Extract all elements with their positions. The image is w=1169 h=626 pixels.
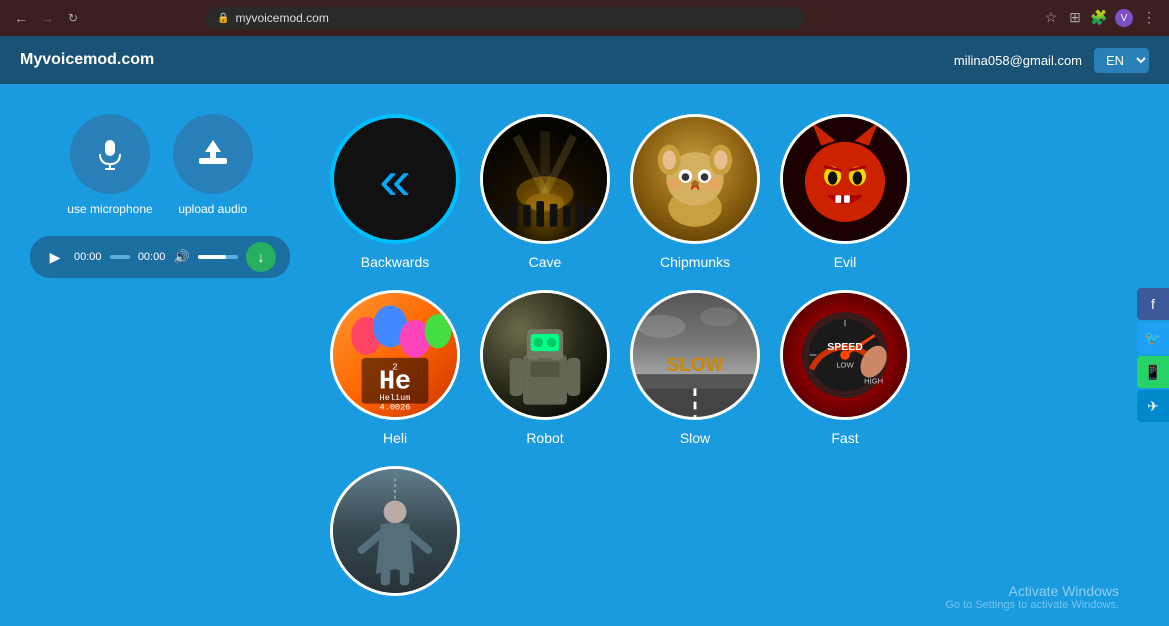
voice-label-robot: Robot (526, 430, 563, 446)
activate-windows-title: Activate Windows (945, 583, 1119, 599)
upload-icon (173, 114, 253, 194)
svg-text:SLOW: SLOW (666, 355, 723, 376)
url-text: myvoicemod.com (235, 11, 328, 25)
svg-text:HIGH: HIGH (864, 377, 883, 386)
extensions-icon[interactable]: ⊞ (1067, 9, 1083, 25)
voice-label-chipmunks: Chipmunks (660, 254, 730, 270)
social-sidebar: f 🐦 📱 ✈ (1137, 288, 1169, 422)
progress-bar[interactable] (110, 255, 130, 259)
voice-circle-evil (780, 114, 910, 244)
current-time: 00:00 (74, 251, 102, 263)
svg-text:Helium: Helium (380, 393, 411, 403)
voice-circle-cave (480, 114, 610, 244)
back-button[interactable]: ← (12, 9, 30, 27)
voices-row-1: « Backwards (330, 114, 1139, 270)
profile-icon[interactable]: V (1115, 9, 1133, 27)
telegram-icon: ✈ (1147, 398, 1159, 415)
svg-text:4.0026: 4.0026 (380, 402, 411, 412)
volume-bar[interactable] (198, 255, 238, 259)
voice-label-heli: Heli (383, 430, 407, 446)
voices-row-2: 2 He Helium 4.0026 Heli (330, 290, 1139, 446)
voice-label-fast: Fast (831, 430, 858, 446)
facebook-button[interactable]: f (1137, 288, 1169, 320)
svg-text:SPEED: SPEED (827, 342, 863, 353)
voice-circle-alien (330, 466, 460, 596)
whatsapp-button[interactable]: 📱 (1137, 356, 1169, 388)
lock-icon: 🔒 (217, 13, 229, 24)
voice-circle-fast: SPEED LOW HIGH (780, 290, 910, 420)
voice-circle-slow: SLOW (630, 290, 760, 420)
voice-item-robot[interactable]: Robot (480, 290, 610, 446)
app-title: Myvoicemod.com (20, 51, 154, 69)
download-button[interactable]: ↓ (246, 242, 276, 272)
whatsapp-icon: 📱 (1144, 364, 1161, 381)
voice-label-backwards: Backwards (361, 254, 429, 270)
browser-chrome: ← → ↻ 🔒 myvoicemod.com ☆ ⊞ 🧩 V ⋮ (0, 0, 1169, 36)
facebook-icon: f (1151, 296, 1155, 312)
voice-item-fast[interactable]: SPEED LOW HIGH Fast (780, 290, 910, 446)
play-button[interactable]: ▶ (44, 246, 66, 268)
mic-label: use microphone (67, 202, 152, 216)
address-bar: 🔒 myvoicemod.com (205, 7, 805, 29)
voice-item-alien[interactable] (330, 466, 460, 606)
language-select[interactable]: EN ES FR DE (1094, 48, 1149, 73)
voice-label-cave: Cave (529, 254, 562, 270)
voice-item-slow[interactable]: SLOW Slow (630, 290, 760, 446)
activate-windows-subtitle: Go to Settings to activate Windows. (945, 599, 1119, 611)
browser-actions: ☆ ⊞ 🧩 V ⋮ (1043, 9, 1157, 27)
voice-circle-backwards: « (330, 114, 460, 244)
twitter-button[interactable]: 🐦 (1137, 322, 1169, 354)
voice-item-heli[interactable]: 2 He Helium 4.0026 Heli (330, 290, 460, 446)
voice-item-evil[interactable]: Evil (780, 114, 910, 270)
use-microphone-button[interactable]: use microphone (67, 114, 152, 216)
voice-circle-robot (480, 290, 610, 420)
app-header: Myvoicemod.com milina058@gmail.com EN ES… (0, 36, 1169, 84)
header-right: milina058@gmail.com EN ES FR DE (954, 48, 1149, 73)
voice-item-chipmunks[interactable]: A Chipmunks (630, 114, 760, 270)
windows-activation: Activate Windows Go to Settings to activ… (945, 583, 1119, 611)
star-icon[interactable]: ☆ (1043, 9, 1059, 25)
mic-upload-row: use microphone upload audio (67, 114, 252, 216)
app-main: use microphone upload audio ▶ 00:00 (0, 84, 1169, 626)
voice-label-evil: Evil (834, 254, 857, 270)
volume-fill (198, 255, 226, 259)
microphone-icon (70, 114, 150, 194)
voice-item-cave[interactable]: Cave (480, 114, 610, 270)
puzzle-icon[interactable]: 🧩 (1091, 9, 1107, 25)
total-time: 00:00 (138, 251, 166, 263)
telegram-button[interactable]: ✈ (1137, 390, 1169, 422)
forward-button[interactable]: → (38, 9, 56, 27)
voice-circle-chipmunks: A (630, 114, 760, 244)
left-panel: use microphone upload audio ▶ 00:00 (30, 114, 290, 606)
user-email: milina058@gmail.com (954, 53, 1082, 68)
upload-label: upload audio (178, 202, 247, 216)
audio-player: ▶ 00:00 00:00 🔊 ↓ (30, 236, 290, 278)
menu-icon[interactable]: ⋮ (1141, 9, 1157, 25)
voice-circle-heli: 2 He Helium 4.0026 (330, 290, 460, 420)
upload-audio-button[interactable]: upload audio (173, 114, 253, 216)
backwards-icon: « (379, 147, 410, 212)
voice-item-backwards[interactable]: « Backwards (330, 114, 460, 270)
svg-text:LOW: LOW (836, 360, 854, 369)
twitter-icon: 🐦 (1144, 330, 1161, 347)
volume-icon: 🔊 (174, 249, 190, 265)
reload-button[interactable]: ↻ (64, 9, 82, 27)
voice-label-slow: Slow (680, 430, 710, 446)
voices-grid: « Backwards (330, 114, 1139, 606)
